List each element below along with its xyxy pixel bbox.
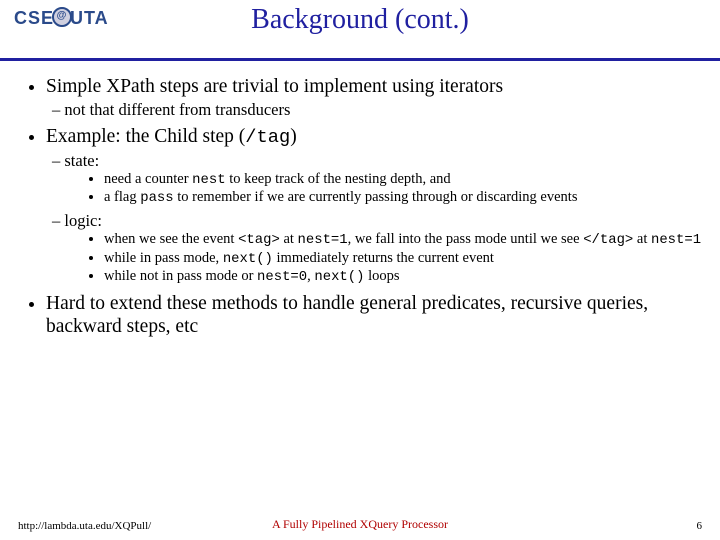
logo: CSE@UTA [14, 8, 109, 29]
logo-text-left: CSE [14, 8, 54, 28]
slide-header: CSE@UTA Background (cont.) [0, 0, 720, 61]
bullet-2-logic-2: while in pass mode, next() immediately r… [104, 250, 702, 267]
bullets-2-logic-3: while not in pass mode or nest=0, next()… [104, 268, 702, 285]
bullet-1-sub-1: not that different from transducers [68, 100, 702, 119]
bullet-1: Simple XPath steps are trivial to implem… [46, 75, 702, 119]
bullet-2-logic: logic: when we see the event <tag> at ne… [68, 211, 702, 286]
bullet-2-state: state: need a counter nest to keep track… [68, 151, 702, 207]
footer-title: A Fully Pipelined XQuery Processor [272, 517, 448, 532]
slide-body: Simple XPath steps are trivial to implem… [0, 61, 720, 338]
bullet-2-state-1: need a counter nest to keep track of the… [104, 171, 702, 188]
bullet-2: Example: the Child step (/tag) state: ne… [46, 125, 702, 285]
footer-url: http://lambda.uta.edu/XQPull/ [18, 520, 151, 532]
bullet-2-state-2: a flag pass to remember if we are curren… [104, 189, 702, 206]
bullet-3: Hard to extend these methods to handle g… [46, 292, 702, 338]
footer-page-number: 6 [697, 520, 703, 532]
bullet-2-logic-1: when we see the event <tag> at nest=1, w… [104, 231, 702, 248]
logo-text-right: UTA [70, 8, 109, 28]
slide-footer: http://lambda.uta.edu/XQPull/ A Fully Pi… [0, 520, 720, 532]
